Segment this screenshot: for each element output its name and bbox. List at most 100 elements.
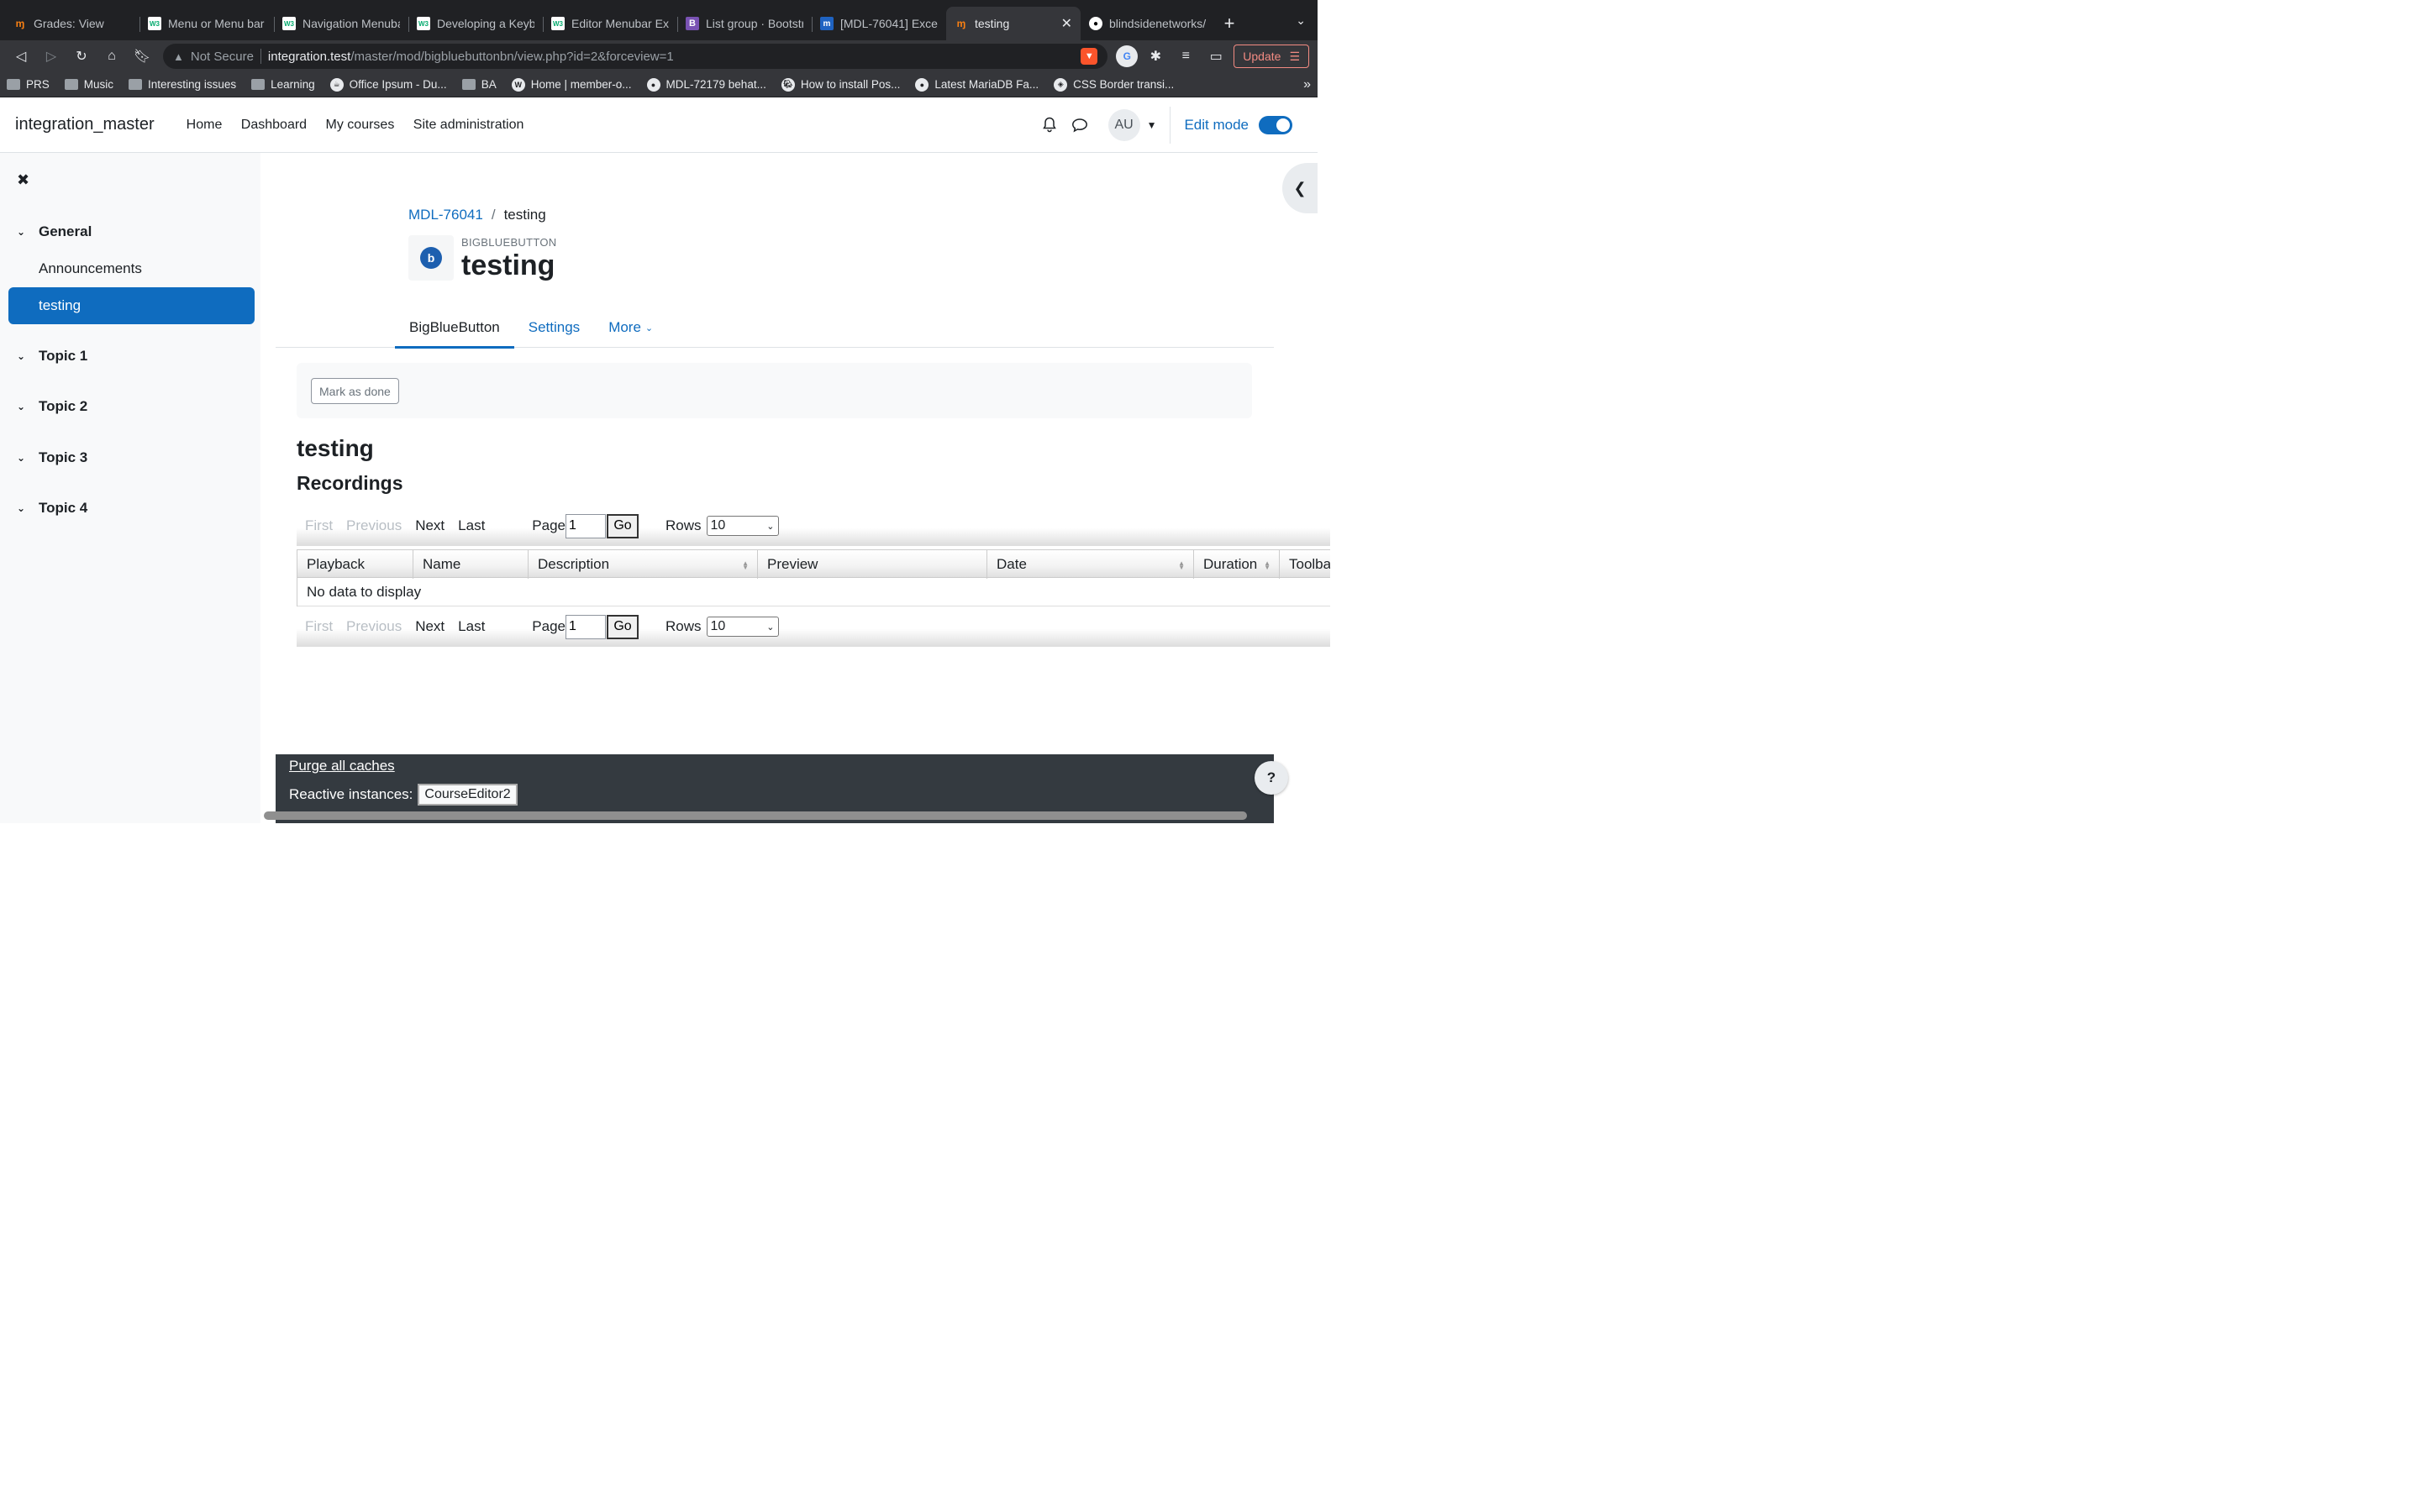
- browser-tab[interactable]: W3 Editor Menubar Exa: [543, 7, 677, 40]
- chevron-down-icon[interactable]: ⌄: [1296, 13, 1306, 28]
- warning-icon: ▲: [173, 50, 184, 63]
- activity-testing[interactable]: testing: [8, 287, 255, 324]
- extensions-icon[interactable]: ✱: [1143, 44, 1168, 69]
- back-icon[interactable]: ◁: [8, 44, 34, 69]
- bookmark-link[interactable]: ● MDL-72179 behat...: [646, 77, 766, 92]
- user-area: AU ▼ Edit mode: [1034, 106, 1302, 144]
- column-description[interactable]: Description ▲ ▼: [529, 550, 758, 579]
- bell-icon[interactable]: [1034, 117, 1065, 133]
- horizontal-scrollbar[interactable]: [264, 811, 1247, 820]
- browser-tab[interactable]: B List group · Bootstr: [677, 7, 812, 40]
- w3schools-icon: W3: [282, 17, 296, 30]
- brave-shield-icon[interactable]: ▼: [1081, 48, 1098, 65]
- browser-tab[interactable]: m [MDL-76041] Excep: [812, 7, 946, 40]
- pager-next[interactable]: Next: [415, 517, 445, 534]
- tab-bigbluebutton[interactable]: BigBlueButton: [395, 307, 514, 349]
- section-topic-2[interactable]: ⌄ Topic 2: [17, 398, 87, 415]
- address-bar[interactable]: ▲ Not Secure integration.test/master/mod…: [163, 44, 1108, 69]
- chevron-down-icon[interactable]: ⌄: [17, 502, 29, 514]
- bookmark-link[interactable]: ◈ CSS Border transi...: [1054, 77, 1174, 92]
- column-toolbar[interactable]: Toolbar: [1280, 550, 1330, 579]
- browser-tab[interactable]: W3 Navigation Menuba: [274, 7, 408, 40]
- bookmark-link[interactable]: W Home | member-o...: [511, 77, 632, 92]
- section-topic-1[interactable]: ⌄ Topic 1: [17, 348, 87, 365]
- bookmark-link[interactable]: 🐘︎ How to install Pos...: [781, 77, 900, 92]
- avatar[interactable]: AU: [1107, 108, 1140, 141]
- bookmark-folder[interactable]: Interesting issues: [129, 78, 236, 91]
- chevron-down-icon[interactable]: ▼: [1147, 119, 1157, 131]
- browser-tab[interactable]: W3 Developing a Keybo: [408, 7, 543, 40]
- nav-site-administration[interactable]: Site administration: [413, 118, 524, 132]
- chevron-down-icon[interactable]: ⌄: [17, 226, 29, 238]
- go-button[interactable]: Go: [607, 513, 639, 538]
- w3schools-icon: W3: [551, 17, 565, 30]
- translate-extension-icon[interactable]: G: [1116, 45, 1139, 67]
- chevron-down-icon[interactable]: ⌄: [17, 401, 29, 412]
- edit-mode-toggle[interactable]: [1259, 115, 1292, 134]
- browser-tab[interactable]: W3 Menu or Menu bar |: [139, 7, 274, 40]
- message-icon[interactable]: [1065, 118, 1095, 133]
- github-icon: ●: [1089, 17, 1102, 30]
- github-icon: ●: [646, 77, 660, 92]
- mark-as-done-button[interactable]: Mark as done: [311, 378, 399, 404]
- column-duration[interactable]: Duration ▲ ▼: [1194, 550, 1280, 579]
- pager-last[interactable]: Last: [458, 618, 485, 635]
- codepen-icon: ◈: [1054, 77, 1068, 92]
- browser-tab[interactable]: ɱ Grades: View: [5, 7, 139, 40]
- page-number-input[interactable]: [566, 513, 606, 538]
- activity-announcements[interactable]: Announcements: [8, 250, 255, 287]
- update-button[interactable]: Update ☰: [1234, 45, 1309, 68]
- bookmark-folder[interactable]: Music: [64, 78, 113, 91]
- pager-first: First: [305, 618, 334, 634]
- bookmark-link[interactable]: ● Latest MariaDB Fa...: [915, 77, 1039, 92]
- rows-select[interactable]: 10 ⌄: [706, 516, 779, 536]
- page-number-input[interactable]: [566, 614, 606, 639]
- edit-mode-switch[interactable]: Edit mode: [1184, 115, 1292, 134]
- close-icon[interactable]: ✖: [17, 171, 29, 189]
- bookmark-icon[interactable]: 🔖︎: [129, 44, 155, 69]
- course-editor-button[interactable]: CourseEditor2: [418, 784, 518, 806]
- nav-home[interactable]: Home: [187, 118, 223, 132]
- close-tab-icon[interactable]: ✕: [1061, 15, 1072, 32]
- new-tab-button[interactable]: +: [1215, 7, 1244, 40]
- pager-last[interactable]: Last: [458, 517, 485, 534]
- section-topic-3[interactable]: ⌄ Topic 3: [17, 449, 87, 466]
- column-preview[interactable]: Preview: [758, 550, 987, 579]
- more-bookmarks-icon[interactable]: »: [1303, 77, 1311, 92]
- bookmark-link[interactable]: ☕ Office Ipsum - Du...: [329, 77, 447, 92]
- section-topic-4[interactable]: ⌄ Topic 4: [17, 500, 87, 517]
- tab-settings[interactable]: Settings: [514, 307, 594, 348]
- browser-tab-active[interactable]: ɱ testing ✕: [946, 7, 1081, 40]
- browser-chrome: ɱ Grades: View W3 Menu or Menu bar | W3 Nav…: [0, 0, 1318, 97]
- reload-icon[interactable]: ↻: [69, 44, 94, 69]
- bookmark-folder[interactable]: Learning: [251, 78, 315, 91]
- nav-dashboard[interactable]: Dashboard: [241, 118, 307, 132]
- pager-next[interactable]: Next: [415, 618, 445, 635]
- recordings-table: Playback Name Description ▲ ▼ Preview Date…: [297, 549, 1330, 606]
- nav-my-courses[interactable]: My courses: [326, 118, 395, 132]
- column-name[interactable]: Name: [413, 550, 529, 579]
- playlist-icon[interactable]: ≡: [1173, 44, 1198, 69]
- column-playback[interactable]: Playback: [297, 550, 413, 579]
- chevron-down-icon[interactable]: ⌄: [17, 452, 29, 464]
- bookmark-folder[interactable]: PRS: [7, 78, 50, 91]
- purge-caches-link[interactable]: Purge all caches: [289, 758, 1260, 774]
- tab-more[interactable]: More ⌄: [594, 307, 667, 348]
- column-date[interactable]: Date ▲ ▼: [987, 550, 1194, 579]
- go-button[interactable]: Go: [607, 614, 639, 639]
- forward-icon[interactable]: ▷: [39, 44, 64, 69]
- section-general[interactable]: ⌄ General: [17, 223, 92, 240]
- bookmark-folder[interactable]: BA: [461, 78, 497, 91]
- rows-select[interactable]: 10 ⌄: [706, 617, 779, 637]
- browser-tab[interactable]: ● blindsidenetworks/: [1081, 7, 1215, 40]
- home-icon[interactable]: ⌂: [99, 44, 124, 69]
- folder-icon: [461, 79, 476, 90]
- chevron-left-icon[interactable]: ❮: [1282, 163, 1318, 213]
- wallet-icon[interactable]: ▭: [1203, 44, 1228, 69]
- github-icon: ●: [915, 77, 929, 92]
- site-brand[interactable]: integration_master: [15, 115, 155, 134]
- help-button[interactable]: ?: [1255, 761, 1288, 795]
- chevron-down-icon[interactable]: ⌄: [17, 350, 29, 362]
- wix-icon: W: [511, 77, 525, 92]
- breadcrumb-course[interactable]: MDL-76041: [408, 207, 483, 223]
